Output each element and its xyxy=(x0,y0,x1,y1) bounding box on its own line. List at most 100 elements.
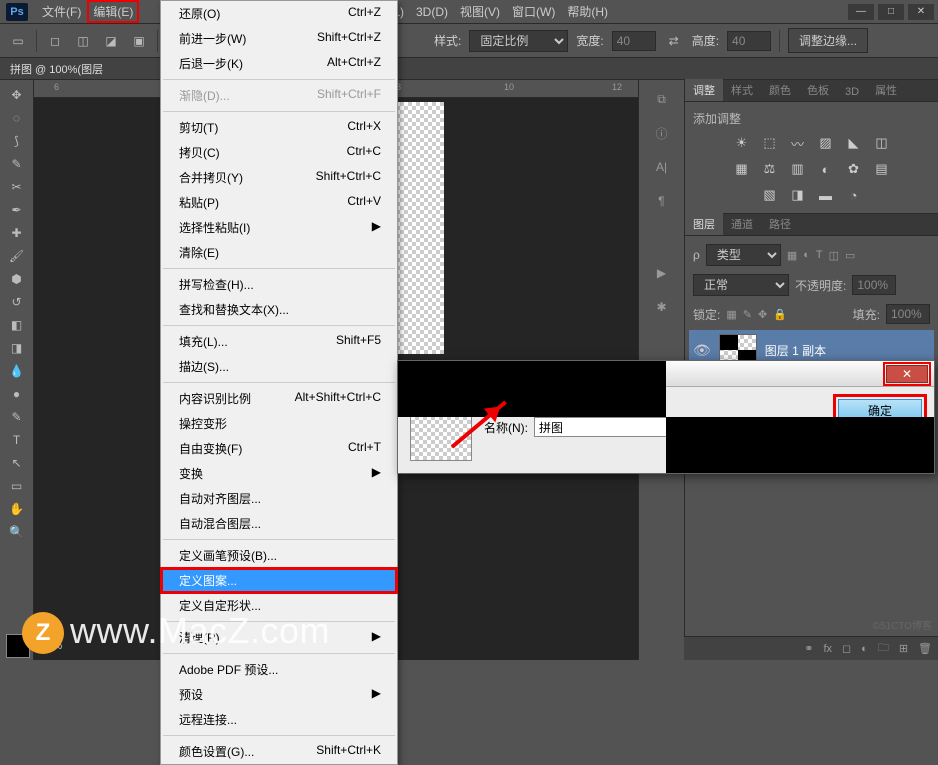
edit-menu-item[interactable]: 预设▶ xyxy=(161,682,397,707)
path-select-tool-icon[interactable]: ↖ xyxy=(3,452,31,474)
lock-trans-icon[interactable]: ▦ xyxy=(726,308,736,321)
style-select[interactable]: 固定比例 xyxy=(469,30,568,52)
lock-all-icon[interactable]: 🔒 xyxy=(773,308,787,321)
edit-menu-item[interactable]: 渐隐(D)...Shift+Ctrl+F xyxy=(161,83,397,108)
edit-menu-item[interactable]: 选择性粘贴(I)▶ xyxy=(161,215,397,240)
lock-pos-icon[interactable]: ✥ xyxy=(758,308,767,321)
menu-file[interactable]: 文件(F) xyxy=(36,0,87,23)
curves-icon[interactable]: 〰 xyxy=(787,133,809,153)
edit-menu-item[interactable]: 自动对齐图层... xyxy=(161,486,397,511)
brightness-icon[interactable]: ☀ xyxy=(731,133,753,153)
edit-menu-item[interactable]: 后退一步(K)Alt+Ctrl+Z xyxy=(161,51,397,76)
filter-smart-icon[interactable]: ▭ xyxy=(845,249,855,262)
fill-input[interactable] xyxy=(886,304,930,324)
edit-menu-item[interactable]: 查找和替换文本(X)... xyxy=(161,297,397,322)
menu-edit[interactable]: 编辑(E) xyxy=(87,0,139,23)
mask-icon[interactable]: ◻ xyxy=(842,642,851,655)
lookup-icon[interactable]: ✿ xyxy=(843,159,865,179)
filter-adjust-icon[interactable]: ◐ xyxy=(803,249,810,261)
gradient-tool-icon[interactable]: ◨ xyxy=(3,337,31,359)
tab-swatches[interactable]: 色板 xyxy=(799,79,837,101)
levels-icon[interactable]: ⬚ xyxy=(759,133,781,153)
tab-properties[interactable]: 属性 xyxy=(867,79,905,101)
edit-menu-item[interactable]: 内容识别比例Alt+Shift+Ctrl+C xyxy=(161,386,397,411)
tab-color[interactable]: 颜色 xyxy=(761,79,799,101)
edit-menu-item[interactable]: 远程连接... xyxy=(161,707,397,732)
hand-tool-icon[interactable]: ✋ xyxy=(3,498,31,520)
tool-icon[interactable]: ▭ xyxy=(8,31,28,51)
brush-panel-icon[interactable]: ✱ xyxy=(649,294,675,320)
edit-menu-item[interactable]: 自由变换(F)Ctrl+T xyxy=(161,436,397,461)
paragraph-panel-icon[interactable]: ¶ xyxy=(649,188,675,214)
blend-mode-select[interactable]: 正常 xyxy=(693,274,789,296)
new-layer-icon[interactable]: ⊞ xyxy=(899,642,908,655)
menu-extra-2[interactable]: 视图(V) xyxy=(454,0,506,23)
layer-filter-select[interactable]: 类型 xyxy=(706,244,781,266)
width-input[interactable] xyxy=(612,31,656,51)
maximize-button[interactable]: □ xyxy=(878,4,904,20)
edit-menu-item[interactable]: 拷贝(C)Ctrl+C xyxy=(161,140,397,165)
tab-3d[interactable]: 3D xyxy=(837,83,867,101)
edit-menu-item[interactable]: 剪切(T)Ctrl+X xyxy=(161,115,397,140)
fill-adjust-icon[interactable]: ◐ xyxy=(861,643,868,655)
hue-icon[interactable]: ◫ xyxy=(871,133,893,153)
edit-menu-item[interactable]: 自动混合图层... xyxy=(161,511,397,536)
shape-tool-icon[interactable]: ▭ xyxy=(3,475,31,497)
delete-layer-icon[interactable]: 🗑 xyxy=(918,642,932,655)
edit-menu-item[interactable]: 操控变形 xyxy=(161,411,397,436)
edit-menu-item[interactable]: 粘贴(P)Ctrl+V xyxy=(161,190,397,215)
eyedropper-tool-icon[interactable]: ✒ xyxy=(3,199,31,221)
marquee-tool-icon[interactable]: ◌ xyxy=(3,107,31,129)
pen-tool-icon[interactable]: ✎ xyxy=(3,406,31,428)
filter-type-icon[interactable]: T xyxy=(816,249,823,261)
edit-menu-item[interactable]: Adobe PDF 预设... xyxy=(161,657,397,682)
swap-wh-icon[interactable]: ⇄ xyxy=(664,31,684,51)
tab-paths[interactable]: 路径 xyxy=(761,213,799,235)
channel-mix-icon[interactable]: ◐ xyxy=(815,159,837,179)
menu-extra-3[interactable]: 窗口(W) xyxy=(506,0,561,23)
healing-tool-icon[interactable]: ✚ xyxy=(3,222,31,244)
tab-styles[interactable]: 样式 xyxy=(723,79,761,101)
type-tool-icon[interactable]: T xyxy=(3,429,31,451)
minimize-button[interactable]: — xyxy=(848,4,874,20)
group-icon[interactable]: 🗀 xyxy=(878,639,889,658)
document-tab[interactable]: 拼图 @ 100%(图层 xyxy=(0,58,938,80)
character-panel-icon[interactable]: A| xyxy=(649,154,675,180)
history-panel-icon[interactable]: ⧉ xyxy=(649,86,675,112)
blur-tool-icon[interactable]: 💧 xyxy=(3,360,31,382)
bw-icon[interactable]: ▦ xyxy=(731,159,753,179)
edit-menu-item[interactable]: 前进一步(W)Shift+Ctrl+Z xyxy=(161,26,397,51)
crop-tool-icon[interactable]: ✂ xyxy=(3,176,31,198)
exposure-icon[interactable]: ▨ xyxy=(815,133,837,153)
stamp-tool-icon[interactable]: ⬢ xyxy=(3,268,31,290)
visibility-icon[interactable]: 👁 xyxy=(693,342,711,359)
close-button[interactable]: ✕ xyxy=(908,4,934,20)
brush-tool-icon[interactable]: 🖌 xyxy=(3,245,31,267)
photo-filter-icon[interactable]: ▥ xyxy=(787,159,809,179)
lasso-tool-icon[interactable]: ⟆ xyxy=(3,130,31,152)
edit-menu-item[interactable]: 定义图案... xyxy=(161,568,397,593)
dialog-close-button[interactable]: ✕ xyxy=(886,365,928,383)
move-tool-icon[interactable]: ✥ xyxy=(3,84,31,106)
menu-extra-1[interactable]: 3D(D) xyxy=(410,2,454,22)
filter-pixels-icon[interactable]: ▦ xyxy=(787,249,797,262)
tab-adjust[interactable]: 调整 xyxy=(685,79,723,101)
zoom-tool-icon[interactable]: 🔍 xyxy=(3,521,31,543)
tab-channels[interactable]: 通道 xyxy=(723,213,761,235)
history-brush-tool-icon[interactable]: ↺ xyxy=(3,291,31,313)
quick-select-tool-icon[interactable]: ✎ xyxy=(3,153,31,175)
sel-mode-add-icon[interactable]: ◫ xyxy=(73,31,93,51)
edit-menu-item[interactable]: 拼写检查(H)... xyxy=(161,272,397,297)
selective-color-icon[interactable]: ◔ xyxy=(843,185,865,205)
filter-shape-icon[interactable]: ◫ xyxy=(829,249,839,262)
edit-menu-item[interactable]: 还原(O)Ctrl+Z xyxy=(161,1,397,26)
edit-menu-item[interactable]: 清除(E) xyxy=(161,240,397,265)
vibrance-icon[interactable]: ◣ xyxy=(843,133,865,153)
edit-menu-item[interactable]: 填充(L)...Shift+F5 xyxy=(161,329,397,354)
edit-menu-item[interactable]: 颜色设置(G)...Shift+Ctrl+K xyxy=(161,739,397,764)
opacity-input[interactable] xyxy=(852,275,896,295)
posterize-icon[interactable]: ▧ xyxy=(759,185,781,205)
threshold-icon[interactable]: ◨ xyxy=(787,185,809,205)
height-input[interactable] xyxy=(727,31,771,51)
edit-menu-item[interactable]: 定义画笔预设(B)... xyxy=(161,543,397,568)
